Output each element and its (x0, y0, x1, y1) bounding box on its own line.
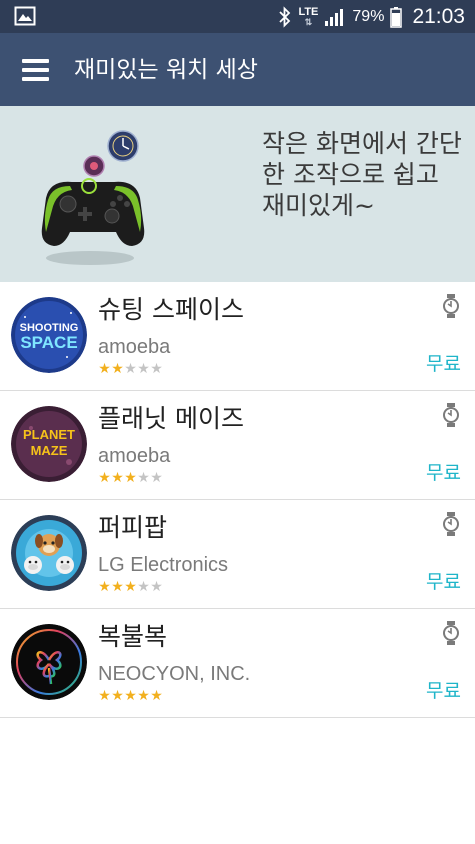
gallery-notification-icon (14, 6, 36, 26)
star-filled-icon: ★ (98, 688, 111, 704)
app-name: 복불복 (98, 622, 168, 651)
star-empty-icon: ★ (137, 470, 150, 486)
star-empty-icon: ★ (137, 361, 150, 377)
app-developer: NEOCYON, INC. (98, 663, 251, 685)
icon-text: PLANET (23, 427, 75, 442)
app-list: SHOOTING SPACE 슈팅 스페이스 amoeba ★ ★ ★ ★ ★ 무료 P… (0, 282, 475, 718)
star-filled-icon: ★ (111, 688, 124, 704)
gamepad-watch-illustration (41, 130, 145, 265)
star-filled-icon: ★ (137, 688, 150, 704)
rating-stars: ★ ★ ★ ★ ★ (98, 471, 163, 485)
rating-stars: ★ ★ ★ ★ ★ (98, 580, 163, 594)
star-empty-icon: ★ (150, 470, 163, 486)
lte-indicator: LTE ⇅ (298, 5, 319, 27)
star-filled-icon: ★ (124, 470, 137, 486)
watch-icon (443, 294, 459, 318)
star-filled-icon: ★ (124, 688, 137, 704)
watch-icon (443, 403, 459, 427)
hamburger-icon-bar (22, 68, 49, 72)
app-icon-planet-maze: PLANET MAZE (11, 406, 87, 482)
star-filled-icon: ★ (124, 579, 137, 595)
star-empty-icon: ★ (124, 361, 137, 377)
rating-stars: ★ ★ ★ ★ ★ (98, 362, 163, 376)
signal-icon (325, 8, 344, 26)
star-empty-icon: ★ (150, 361, 163, 377)
icon-text: MAZE (31, 443, 68, 458)
app-name: 슈팅 스페이스 (98, 295, 244, 324)
star-empty-icon: ★ (137, 579, 150, 595)
app-name: 퍼피팝 (98, 513, 168, 542)
app-icon-puppy-pop (11, 515, 87, 591)
hamburger-icon-bar (22, 77, 49, 81)
list-item[interactable]: 복불복 NEOCYON, INC. ★ ★ ★ ★ ★ 무료 (0, 609, 475, 718)
promo-banner[interactable]: 작은 화면에서 간단한 조작으로 쉽고 재미있게~ (0, 106, 475, 282)
battery-percent: 79% (352, 7, 385, 25)
star-filled-icon: ★ (98, 579, 111, 595)
price-label: 무료 (426, 353, 461, 375)
icon-text: SPACE (20, 333, 77, 352)
app-bar: 재미있는 워치 세상 (0, 33, 475, 106)
list-item[interactable]: PLANET MAZE 플래닛 메이즈 amoeba ★ ★ ★ ★ ★ 무료 (0, 391, 475, 500)
star-filled-icon: ★ (98, 361, 111, 377)
hamburger-icon-bar (22, 59, 49, 63)
price-label: 무료 (426, 571, 461, 593)
price-label: 무료 (426, 680, 461, 702)
watch-icon (443, 512, 459, 536)
bluetooth-icon (279, 5, 291, 28)
app-name: 플래닛 메이즈 (98, 404, 244, 433)
status-bar: LTE ⇅ 79% 21:03 (0, 0, 475, 33)
star-empty-icon: ★ (150, 579, 163, 595)
menu-button[interactable] (14, 51, 60, 89)
banner-text: 작은 화면에서 간단한 조작으로 쉽고 재미있게~ (262, 129, 462, 220)
app-developer: amoeba (98, 445, 171, 467)
watch-icon (443, 621, 459, 645)
network-type: LTE (298, 5, 319, 18)
star-filled-icon: ★ (111, 470, 124, 486)
app-icon-clover (11, 624, 87, 700)
price-label: 무료 (426, 462, 461, 484)
battery-icon (390, 6, 403, 28)
page-title: 재미있는 워치 세상 (74, 57, 258, 83)
star-filled-icon: ★ (111, 579, 124, 595)
list-item[interactable]: 퍼피팝 LG Electronics ★ ★ ★ ★ ★ 무료 (0, 500, 475, 609)
list-item[interactable]: SHOOTING SPACE 슈팅 스페이스 amoeba ★ ★ ★ ★ ★ 무료 (0, 282, 475, 391)
star-filled-icon: ★ (150, 688, 163, 704)
star-filled-icon: ★ (98, 470, 111, 486)
app-developer: LG Electronics (98, 554, 229, 576)
app-icon-shooting-space: SHOOTING SPACE (11, 297, 87, 373)
rating-stars: ★ ★ ★ ★ ★ (98, 689, 163, 703)
star-filled-icon: ★ (111, 361, 124, 377)
clock: 21:03 (412, 4, 465, 28)
data-activity-icon: ⇅ (304, 16, 313, 27)
app-developer: amoeba (98, 336, 171, 358)
